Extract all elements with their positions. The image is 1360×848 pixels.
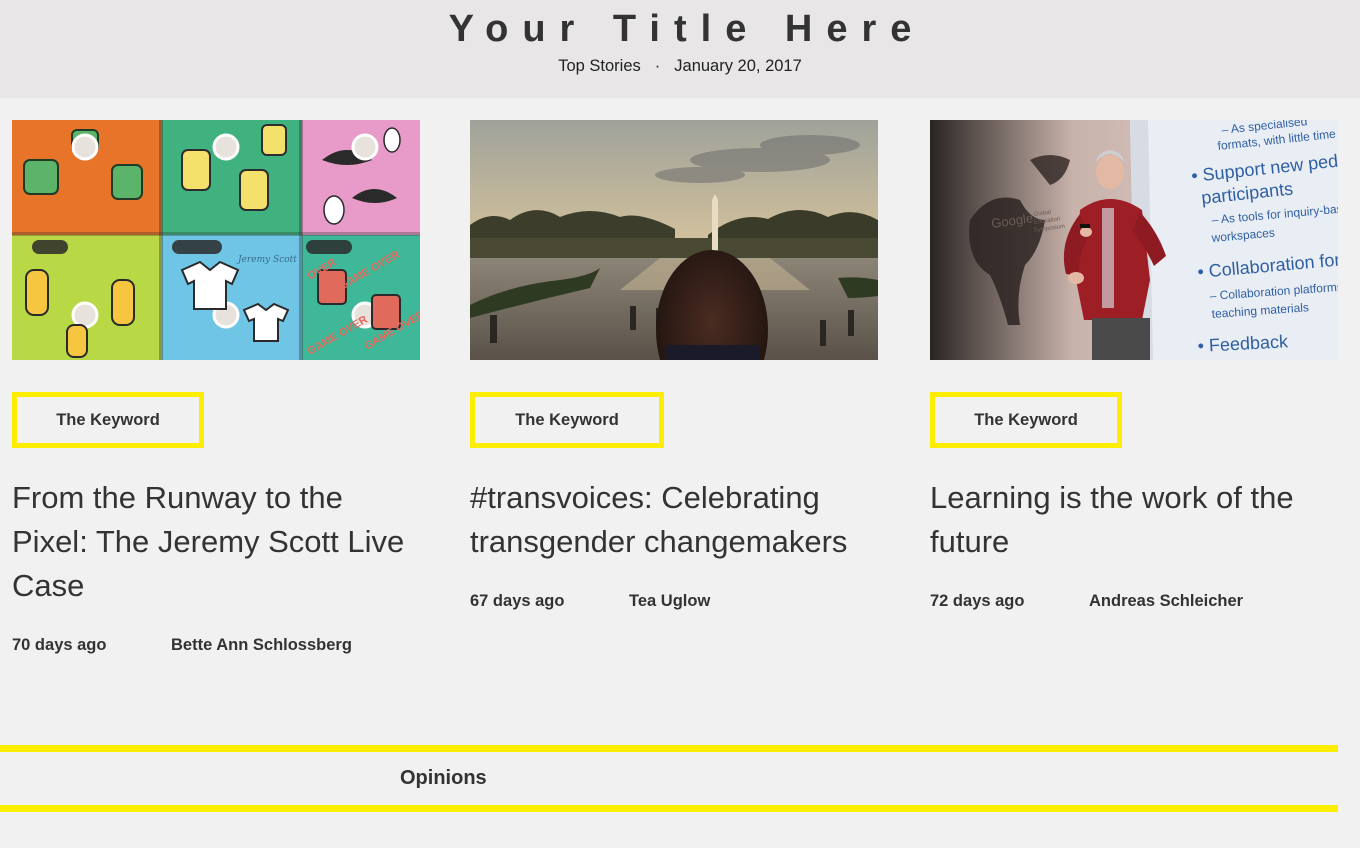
- site-header: Your Title Here Top Stories · January 20, …: [0, 0, 1360, 98]
- article-headline[interactable]: Learning is the work of the future: [930, 476, 1340, 564]
- keyword-tag-button[interactable]: The Keyword: [12, 392, 204, 448]
- header-subline: Top Stories · January 20, 2017: [0, 57, 1360, 76]
- article-card: Google Global Education Symposium – As s…: [930, 120, 1338, 610]
- article-thumbnail[interactable]: [470, 120, 878, 360]
- article-meta: 67 days ago Tea Uglow: [470, 592, 890, 611]
- section-name[interactable]: Top Stories: [558, 57, 641, 75]
- article-age: 70 days ago: [12, 636, 107, 654]
- article-author[interactable]: Bette Ann Schlossberg: [171, 636, 352, 655]
- article-card: OVER GAME OVER GAME OVER GAME OVER Jerem…: [12, 120, 420, 654]
- svg-text:Jeremy Scott: Jeremy Scott: [236, 255, 297, 265]
- speaker-on-stage-image: Google Global Education Symposium – As s…: [930, 120, 1338, 360]
- article-age: 67 days ago: [470, 592, 565, 610]
- opinions-section-header: Opinions: [0, 745, 1338, 812]
- keyword-tag-button[interactable]: The Keyword: [930, 392, 1122, 448]
- article-card: The Keyword #transvoices: Celebrating tr…: [470, 120, 878, 610]
- opinions-label[interactable]: Opinions: [400, 767, 487, 790]
- article-headline[interactable]: #transvoices: Celebrating transgender ch…: [470, 476, 880, 564]
- header-date: January 20, 2017: [674, 57, 802, 75]
- article-meta: 72 days ago Andreas Schleicher: [930, 592, 1350, 611]
- article-meta: 70 days ago Bette Ann Schlossberg: [12, 636, 432, 655]
- washington-monument-image: [470, 120, 878, 360]
- keyword-tag-button[interactable]: The Keyword: [470, 392, 664, 448]
- article-thumbnail[interactable]: OVER GAME OVER GAME OVER GAME OVER Jerem…: [12, 120, 420, 360]
- article-author[interactable]: Andreas Schleicher: [1089, 592, 1243, 611]
- article-age: 72 days ago: [930, 592, 1025, 610]
- article-headline[interactable]: From the Runway to the Pixel: The Jeremy…: [12, 476, 422, 608]
- phone-cases-image: OVER GAME OVER GAME OVER GAME OVER Jerem…: [12, 120, 420, 360]
- article-thumbnail[interactable]: Google Global Education Symposium – As s…: [930, 120, 1338, 360]
- separator-dot: ·: [654, 57, 661, 75]
- site-title: Your Title Here: [448, 8, 926, 50]
- article-author[interactable]: Tea Uglow: [629, 592, 710, 611]
